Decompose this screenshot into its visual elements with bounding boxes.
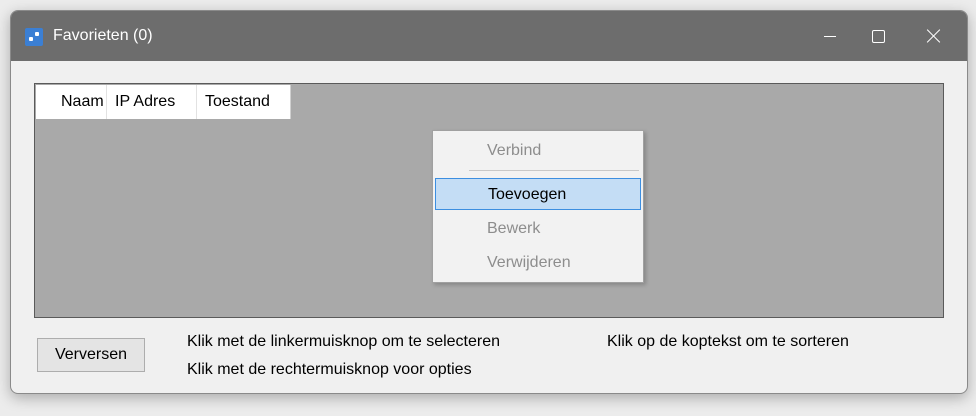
maximize-icon <box>871 29 885 43</box>
minimize-icon <box>824 35 836 37</box>
refresh-button[interactable]: Verversen <box>37 338 145 372</box>
app-icon <box>25 28 43 46</box>
hint-sort: Klik op de koptekst om te sorteren <box>607 333 849 350</box>
minimize-button[interactable] <box>807 11 853 61</box>
menu-separator <box>469 170 639 171</box>
window-title: Favorieten (0) <box>53 27 153 44</box>
menu-item-toevoegen[interactable]: Toevoegen <box>435 178 641 210</box>
hint-left-click: Klik met de linkermuisknop om te selecte… <box>187 333 501 350</box>
favorites-window: Favorieten (0) Naam IP Adres Toestand Ve… <box>10 10 968 394</box>
menu-item-verbind[interactable]: Verbind <box>435 135 641 167</box>
menu-item-bewerk[interactable]: Bewerk <box>435 213 641 245</box>
column-header-naam[interactable]: Naam <box>36 85 107 119</box>
column-header-ip-adres[interactable]: IP Adres <box>107 85 197 119</box>
hint-right-click: Klik met de rechtermuisknop voor opties <box>187 361 472 378</box>
menu-item-verwijderen[interactable]: Verwijderen <box>435 247 641 279</box>
maximize-button[interactable] <box>855 11 901 61</box>
title-bar[interactable]: Favorieten (0) <box>11 11 967 61</box>
context-menu: Verbind Toevoegen Bewerk Verwijderen <box>432 130 644 283</box>
close-icon <box>927 29 941 43</box>
close-button[interactable] <box>911 11 957 61</box>
column-header-toestand[interactable]: Toestand <box>197 85 291 119</box>
favorites-list[interactable]: Naam IP Adres Toestand Verbind Toevoegen… <box>34 83 944 318</box>
list-header: Naam IP Adres Toestand <box>36 85 291 119</box>
